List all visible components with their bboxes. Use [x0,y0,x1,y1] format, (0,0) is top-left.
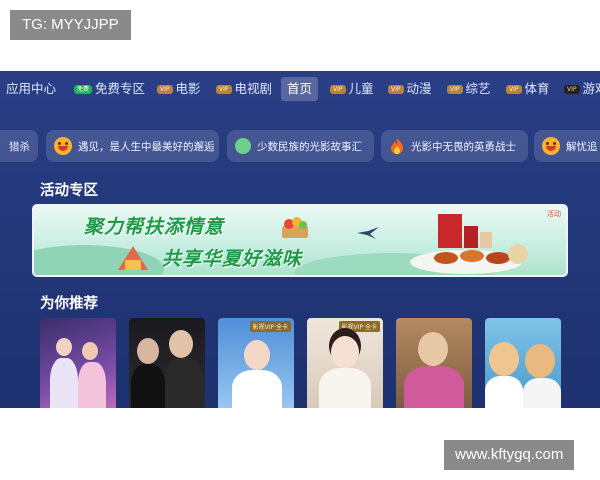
nav-item-variety[interactable]: VIP 综艺 [447,77,491,101]
nav-item-sports[interactable]: VIP 体育 [506,77,550,101]
topic-pill[interactable]: 少数民族的光影故事汇 [227,130,374,162]
fruit-basket-illustration [282,217,308,238]
nav-label: 电视剧 [234,81,273,96]
section-title-activity: 活动专区 [40,183,98,199]
poster-figure [165,358,203,408]
poster-figure [131,364,165,408]
vip-badge: VIP [216,84,232,94]
nav-item-tv[interactable]: VIP 电视剧 [216,77,272,101]
nav-item-home[interactable]: 首页 [281,77,319,101]
tv-screen: 应用中心 免费 免费专区 VIP 电影 VIP 电视剧 首页 VIP 儿童 VI… [0,71,600,408]
poster-figure [244,340,270,370]
nav-item-free[interactable]: 免费 免费专区 [74,77,145,101]
poster-figure [525,344,555,378]
leaf-emoji-icon [235,138,251,154]
nav-label: 首页 [287,81,313,96]
poster-figure [523,378,561,408]
food-gift-illustration [410,214,528,274]
topic-pill[interactable]: 光影中无畏的英勇战士 [381,130,528,162]
poster-card[interactable] [396,318,472,408]
banner-tag: 活动 [547,210,561,218]
topic-pill[interactable]: 猎杀 [0,130,38,162]
nav-label: 综艺 [465,81,491,96]
poster-figure [489,342,519,376]
banner-headline-1: 聚力帮扶添情意 [84,216,225,238]
poster-card[interactable]: 影视VIP·全卡 [307,318,383,408]
topic-label: 遇见，是人生中最美好的邂逅 [78,140,215,153]
poster-figure [418,332,448,366]
nav-label: 儿童 [348,81,374,96]
section-title-recommend: 为你推荐 [40,296,98,312]
page: TG: MYYJJPP 应用中心 免费 免费专区 VIP 电影 VIP 电视剧 … [0,0,600,480]
poster-figure [137,338,159,364]
nav-label: 游戏 [582,81,600,96]
topic-pill[interactable]: 解忧追 [534,130,600,162]
vip-badge: VIP [564,84,580,94]
top-nav: 应用中心 免费 免费专区 VIP 电影 VIP 电视剧 首页 VIP 儿童 VI… [0,71,600,107]
nav-label: 体育 [524,81,550,96]
poster-figure [169,330,193,358]
watermark-top: TG: MYYJJPP [10,10,131,40]
poster-figure [232,370,282,408]
activity-banner[interactable]: 聚力帮扶添情意 共享华夏好滋味 活动 [32,204,568,277]
watermark-bottom: www.kftygq.com [444,440,575,470]
flame-icon [391,138,403,154]
topic-label: 少数民族的光影故事汇 [257,140,362,153]
vip-badge: VIP [330,84,346,94]
swallow-bird-illustration [357,227,379,239]
vip-card-badge: 影视VIP·全卡 [338,321,380,332]
pavilion-illustration [118,246,148,270]
topic-pill[interactable]: 遇见，是人生中最美好的邂逅 [46,130,219,162]
poster-figure [331,336,359,368]
poster-figure [82,342,98,360]
free-badge: 免费 [74,84,93,94]
topic-label: 猎杀 [9,140,30,153]
nav-item-app-center[interactable]: 应用中心 [6,77,56,101]
nav-item-anime[interactable]: VIP 动漫 [388,77,432,101]
banner-headline-2: 共享华夏好滋味 [162,248,303,270]
vip-badge: VIP [447,84,463,94]
poster-card[interactable] [129,318,205,408]
nav-item-kids[interactable]: VIP 儿童 [330,77,374,101]
poster-card[interactable] [485,318,561,408]
poster-card[interactable]: 影视VIP·全卡 [218,318,294,408]
nav-label: 免费专区 [95,81,146,96]
poster-figure [50,358,78,408]
poster-figure [78,362,106,408]
vip-badge: VIP [506,84,522,94]
poster-figure [404,366,464,408]
topic-label: 解忧追 [566,140,598,153]
topic-label: 光影中无畏的英勇战士 [411,140,516,153]
vip-badge: VIP [388,84,404,94]
nav-item-movie[interactable]: VIP 电影 [157,77,201,101]
nav-item-games[interactable]: VIP 游戏 [564,77,600,101]
nav-label: 动漫 [406,81,432,96]
vip-badge: VIP [157,84,173,94]
poster-card[interactable] [40,318,116,408]
smile-emoji-icon [54,137,72,155]
poster-figure [319,368,371,408]
vip-card-badge: 影视VIP·全卡 [249,321,291,332]
nav-label: 电影 [175,81,201,96]
poster-figure [485,376,523,408]
nav-label: 应用中心 [6,81,57,96]
poster-figure [56,338,72,356]
smile-emoji-icon [542,137,560,155]
